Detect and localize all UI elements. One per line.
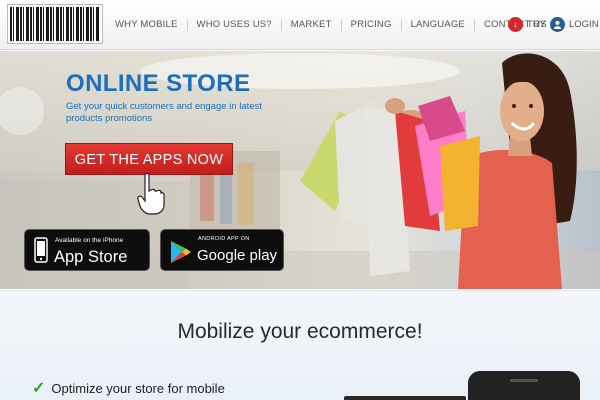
app-store-big-text: App Store — [54, 248, 128, 266]
main-nav: WHY MOBILE WHO USES US? MARKET PRICING L… — [106, 19, 556, 31]
features-section: Mobilize your ecommerce! ✓ Optimize your… — [0, 290, 600, 400]
google-play-big-text: Google play — [197, 247, 278, 264]
login-label: LOGIN — [569, 19, 599, 30]
nav-pricing[interactable]: PRICING — [342, 19, 402, 31]
iphone-icon — [34, 237, 48, 263]
barcode-logo[interactable] — [7, 4, 103, 44]
phone-speaker — [510, 379, 538, 382]
try-button[interactable]: ↓ TRY — [508, 17, 546, 32]
pointing-hand-icon — [137, 173, 165, 215]
google-play-badge[interactable]: ANDROID APP ON Google play — [160, 229, 284, 271]
play-triangle-icon — [171, 241, 191, 263]
hero-title: ONLINE STORE — [66, 70, 251, 97]
tagline-heading: Mobilize your ecommerce! — [177, 320, 423, 343]
google-play-small-text: ANDROID APP ON — [198, 236, 250, 242]
try-label: TRY — [527, 19, 546, 30]
nav-language[interactable]: LANGUAGE — [402, 19, 475, 31]
checkmark-icon: ✓ — [32, 380, 46, 397]
feature-item: ✓ Optimize your store for mobile — [32, 378, 225, 398]
nav-market[interactable]: MARKET — [282, 19, 342, 31]
nav-who-uses-us[interactable]: WHO USES US? — [188, 19, 282, 31]
app-store-badge[interactable]: Available on the iPhone App Store — [24, 229, 150, 271]
user-icon — [550, 17, 565, 32]
download-arrow-icon: ↓ — [508, 17, 523, 32]
shopping-woman-image — [300, 53, 577, 289]
nav-why-mobile[interactable]: WHY MOBILE — [106, 19, 188, 31]
hero-banner: ONLINE STORE Get your quick customers an… — [0, 51, 600, 289]
login-button[interactable]: LOGIN — [550, 17, 599, 32]
get-apps-button[interactable]: GET THE APPS NOW — [65, 143, 233, 175]
laptop-edge-image — [344, 396, 466, 400]
site-header: WHY MOBILE WHO USES US? MARKET PRICING L… — [0, 0, 600, 50]
app-store-small-text: Available on the iPhone — [55, 237, 124, 244]
phone-image — [468, 371, 580, 400]
feature-text: Optimize your store for mobile — [51, 380, 225, 396]
hero-subtitle: Get your quick customers and engage in l… — [66, 101, 262, 124]
